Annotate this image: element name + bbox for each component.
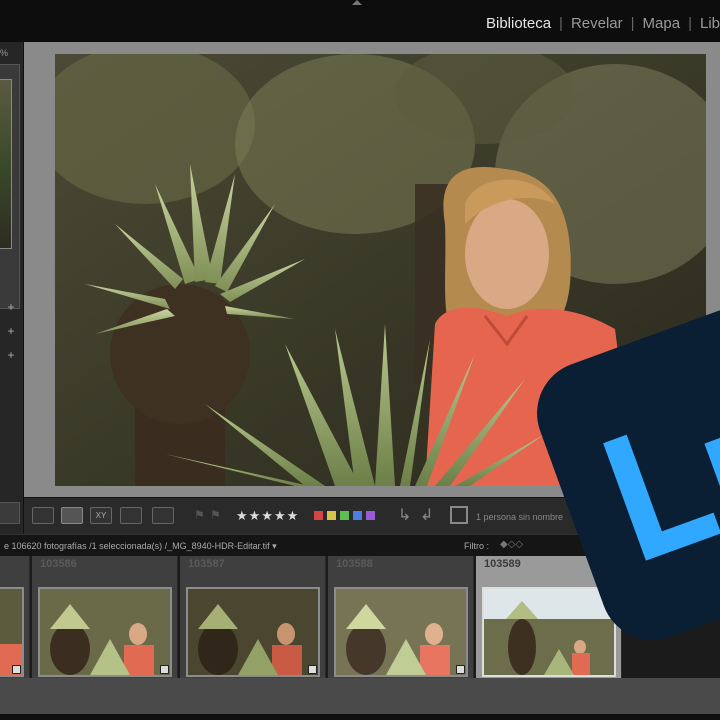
navigator-thumbnail xyxy=(0,79,12,249)
module-separator: | xyxy=(630,15,635,32)
grid-view-icon[interactable] xyxy=(32,507,54,524)
color-label-swatch[interactable] xyxy=(327,511,336,520)
left-panel: % + + + xyxy=(0,42,24,534)
import-button[interactable] xyxy=(0,502,20,524)
color-label-swatch[interactable] xyxy=(353,511,362,520)
module-separator: | xyxy=(688,15,692,32)
collapse-top-panel-icon[interactable] xyxy=(352,0,362,5)
rotate-right-icon[interactable]: ↲ xyxy=(420,505,433,525)
add-icon[interactable]: + xyxy=(4,300,18,314)
filmstrip-cell[interactable] xyxy=(0,556,30,678)
thumbnail[interactable] xyxy=(186,587,320,677)
module-bar: Biblioteca | Revelar | Mapa | Libr xyxy=(0,0,720,42)
flag-icon[interactable]: ⚑ xyxy=(194,508,205,522)
reject-flag-icon[interactable]: ⚑ xyxy=(210,508,221,522)
edited-badge-icon xyxy=(456,665,465,674)
color-label-swatch[interactable] xyxy=(340,511,349,520)
navigator-zoom[interactable]: % xyxy=(0,48,8,58)
thumbnail[interactable] xyxy=(38,587,172,677)
module-picker: Biblioteca | Revelar | Mapa | Libr xyxy=(486,15,720,32)
edited-badge-icon xyxy=(12,665,21,674)
edited-badge-icon xyxy=(160,665,169,674)
filter-flag-icon[interactable]: ◆◇◇ xyxy=(500,539,523,550)
color-label-swatch[interactable] xyxy=(314,511,323,520)
loupe-view-icon[interactable] xyxy=(61,507,83,524)
edited-badge-icon xyxy=(308,665,317,674)
survey-view-icon[interactable] xyxy=(120,507,142,524)
compare-view-icon[interactable]: XY xyxy=(90,507,112,524)
face-detect-icon[interactable] xyxy=(450,506,468,524)
lightroom-window: Biblioteca | Revelar | Mapa | Libr % + +… xyxy=(0,0,720,720)
add-icon[interactable]: + xyxy=(4,348,18,362)
filmstrip-cell[interactable]: 103587 xyxy=(180,556,326,678)
module-develop[interactable]: Revelar xyxy=(571,15,623,32)
module-separator: | xyxy=(559,15,563,32)
module-library[interactable]: Biblioteca xyxy=(486,15,551,32)
lightroom-logo xyxy=(530,302,720,692)
source-path[interactable]: e 106620 fotografías /1 seleccionada(s) … xyxy=(4,541,277,552)
module-map[interactable]: Mapa xyxy=(643,15,681,32)
add-icon[interactable]: + xyxy=(4,324,18,338)
navigator-preview[interactable] xyxy=(0,64,20,309)
rotate-left-icon[interactable]: ↳ xyxy=(398,505,411,525)
filmstrip-scrollbar[interactable] xyxy=(0,714,720,720)
filmstrip-cell[interactable]: 103588 xyxy=(328,556,474,678)
thumbnail[interactable] xyxy=(0,587,24,677)
filter-label: Filtro : xyxy=(464,541,490,551)
module-book[interactable]: Libr xyxy=(700,15,720,32)
thumbnail[interactable] xyxy=(334,587,468,677)
filmstrip-cell[interactable]: 103586 xyxy=(32,556,178,678)
star-rating[interactable]: ★★★★★ xyxy=(236,508,299,524)
people-view-icon[interactable] xyxy=(152,507,174,524)
color-label-swatch[interactable] xyxy=(366,511,375,520)
